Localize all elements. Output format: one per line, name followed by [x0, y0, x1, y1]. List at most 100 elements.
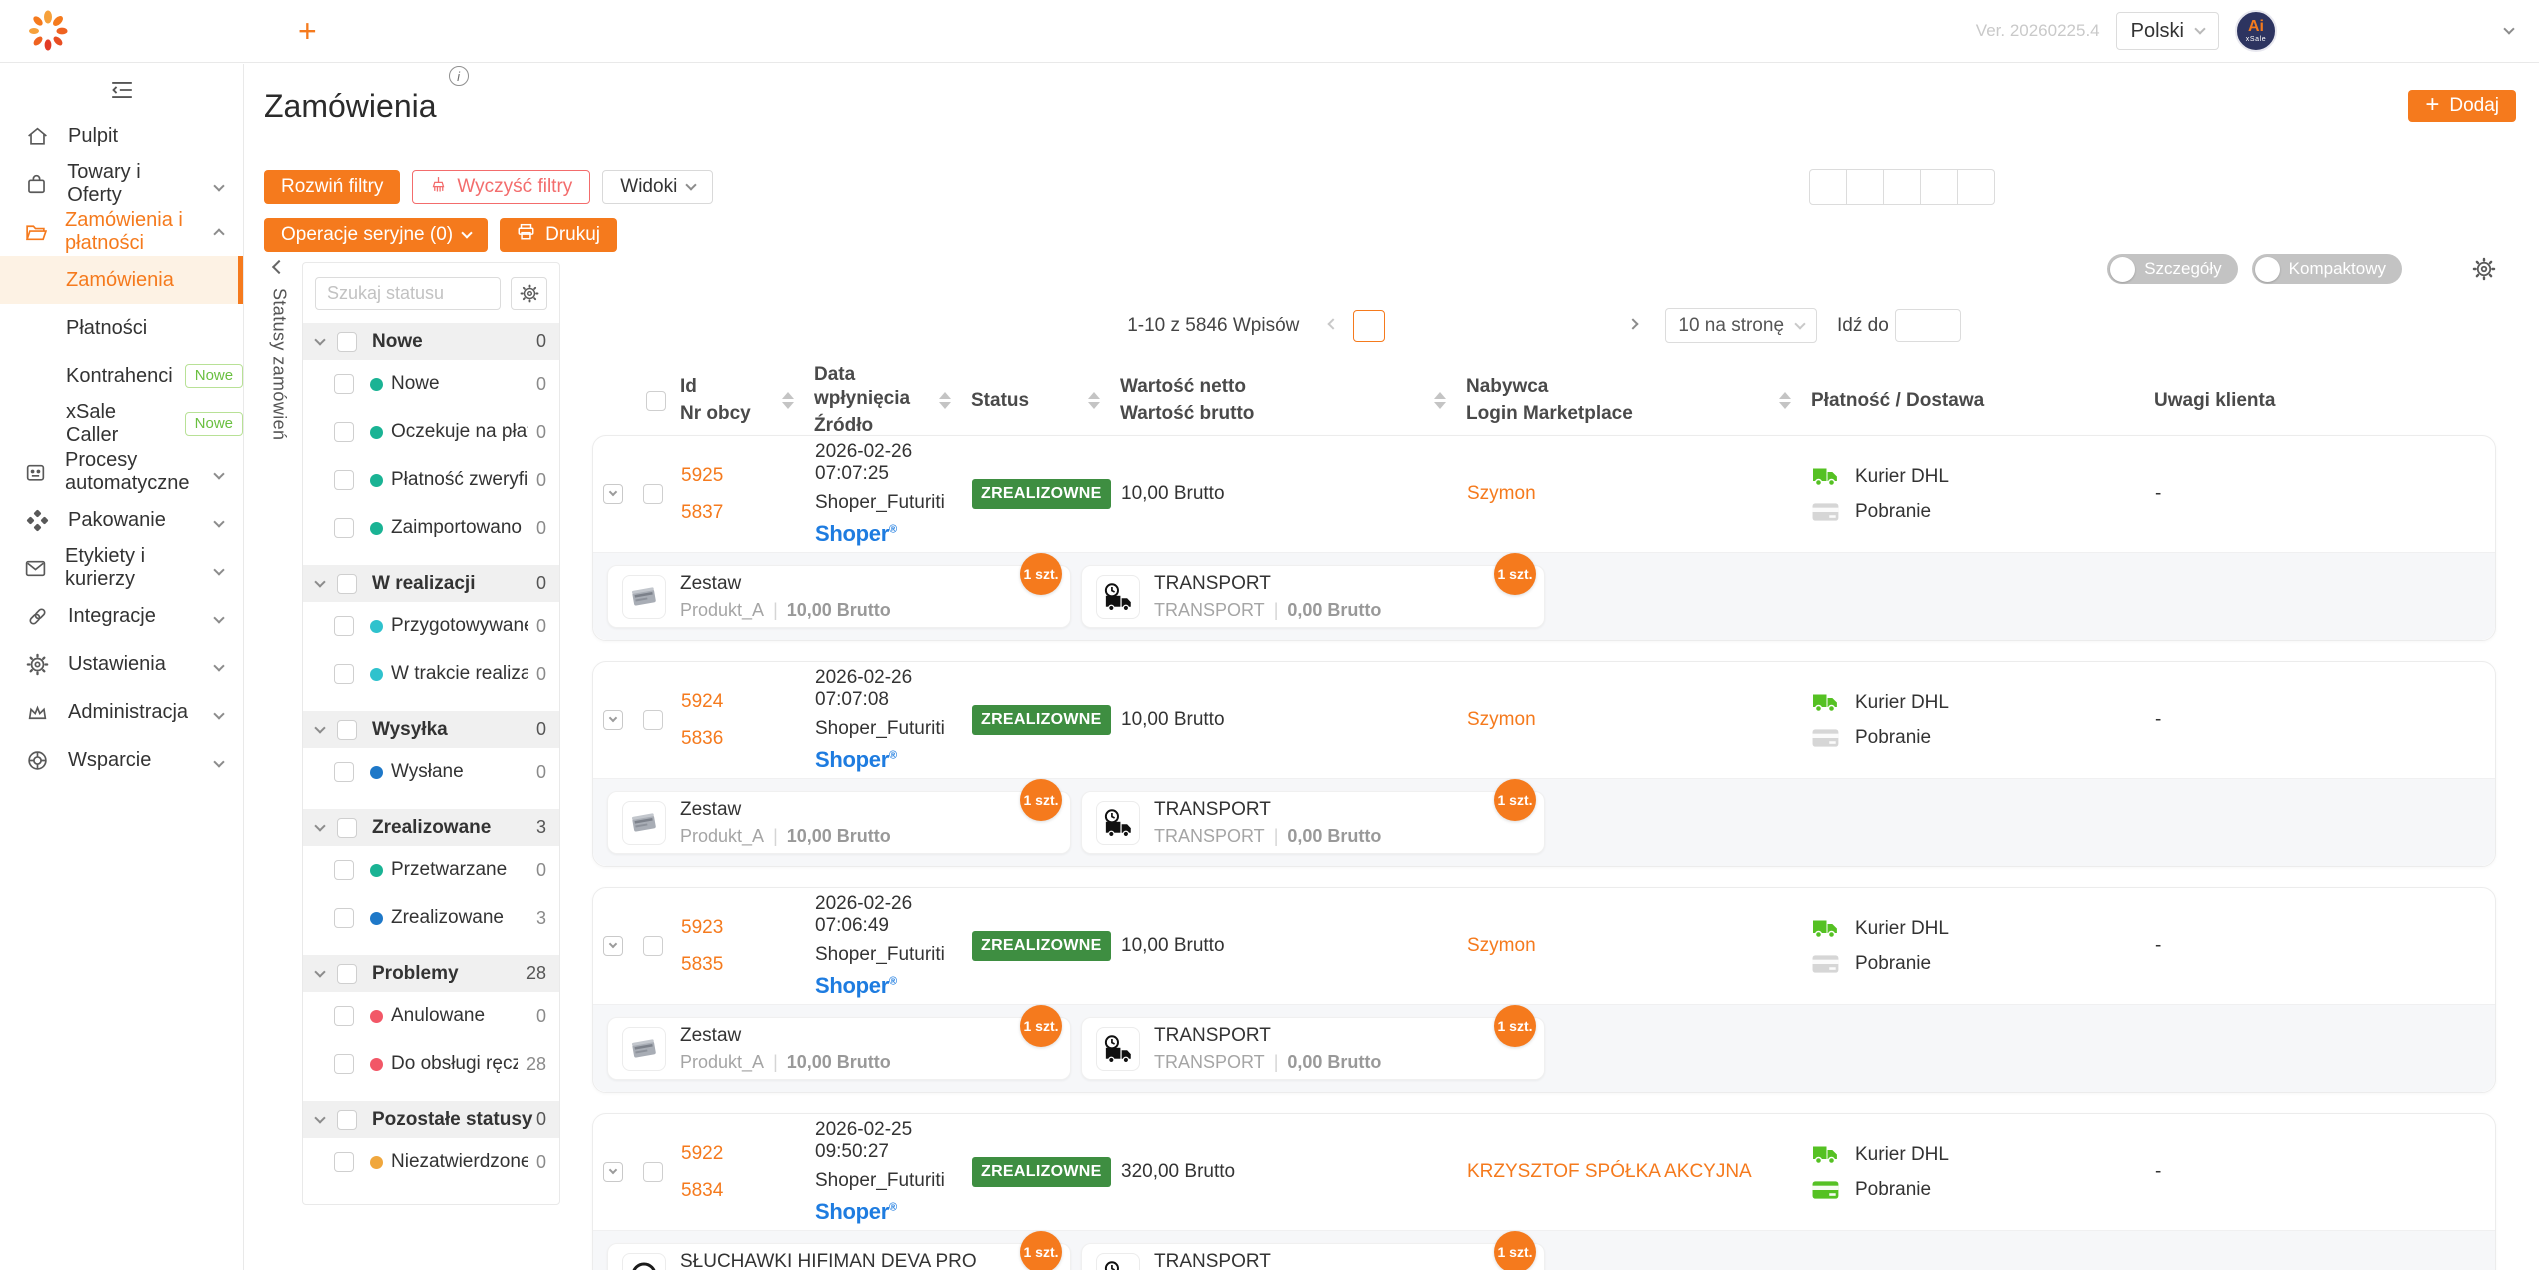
product-card[interactable]: Zestaw Produkt_A|10,00 Brutto 1 szt.: [607, 791, 1071, 854]
sidebar-item-ustawienia[interactable]: Ustawienia: [0, 640, 243, 688]
product-card[interactable]: Zestaw Produkt_A|10,00 Brutto 1 szt.: [607, 565, 1071, 628]
foreign-id-link[interactable]: 5837: [681, 502, 815, 524]
sort-icon[interactable]: [1779, 392, 1791, 409]
select-all-checkbox[interactable]: [646, 391, 666, 411]
status-item[interactable]: Oczekuje na płatność 0: [303, 408, 559, 456]
row-checkbox[interactable]: [643, 1162, 663, 1182]
status-checkbox[interactable]: [334, 762, 354, 782]
status-checkbox[interactable]: [334, 616, 354, 636]
page-number[interactable]: [1353, 310, 1385, 342]
status-tab[interactable]: [1920, 169, 1958, 205]
page-ellipsis[interactable]: [1543, 310, 1575, 342]
column-header[interactable]: IdNr obcy: [680, 375, 814, 426]
foreign-id-link[interactable]: 5835: [681, 954, 815, 976]
group-checkbox[interactable]: [337, 332, 357, 352]
buyer-link[interactable]: Szymon: [1467, 709, 1552, 731]
status-group-header[interactable]: Problemy 28: [303, 955, 559, 992]
topbar-collapse-icon[interactable]: [2503, 23, 2514, 34]
status-group-header[interactable]: Pozostałe statusy 0: [303, 1101, 559, 1138]
sidebar-item-pakowanie[interactable]: Pakowanie: [0, 496, 243, 544]
product-card[interactable]: SŁUCHAWKI HIFIMAN DEVA PRO | 1 szt.: [607, 1243, 1071, 1270]
order-row[interactable]: 5924 5836 2026-02-26 07:07:08 Shoper_Fut…: [593, 662, 2495, 778]
column-header[interactable]: Wartość nettoWartość brutto: [1120, 375, 1466, 426]
order-row[interactable]: 5925 5837 2026-02-26 07:07:25 Shoper_Fut…: [593, 436, 2495, 552]
status-item[interactable]: Do obsługi ręcznej 28: [303, 1040, 559, 1088]
status-checkbox[interactable]: [334, 422, 354, 442]
prev-page-button[interactable]: [1319, 324, 1347, 328]
status-item[interactable]: Przygotowywane do wy... 0: [303, 602, 559, 650]
status-checkbox[interactable]: [334, 908, 354, 928]
page-number[interactable]: [1391, 310, 1423, 342]
buyer-link[interactable]: Szymon: [1467, 935, 1552, 957]
page-number[interactable]: [1429, 310, 1461, 342]
row-checkbox[interactable]: [643, 936, 663, 956]
buyer-link[interactable]: Szymon: [1467, 483, 1552, 505]
expand-row-toggle[interactable]: [603, 1162, 623, 1182]
status-item[interactable]: Płatność zweryfikowana 0: [303, 456, 559, 504]
status-checkbox[interactable]: [334, 1152, 354, 1172]
status-item[interactable]: W trakcie realizacji 0: [303, 650, 559, 698]
order-row[interactable]: 5922 5834 2026-02-25 09:50:27 Shoper_Fut…: [593, 1114, 2495, 1230]
sidebar-subitem-xsale-caller[interactable]: xSale Caller Nowe: [0, 400, 243, 448]
status-checkbox[interactable]: [334, 374, 354, 394]
sidebar-item-towary-i-oferty[interactable]: Towary i Oferty: [0, 160, 243, 208]
buyer-link[interactable]: KRZYSZTOF SPÓŁKA AKCYJNA: [1467, 1161, 1768, 1183]
expand-row-toggle[interactable]: [603, 710, 623, 730]
clear-filters-button[interactable]: Wyczyść filtry: [412, 170, 590, 204]
group-checkbox[interactable]: [337, 818, 357, 838]
sort-icon[interactable]: [782, 392, 794, 409]
group-checkbox[interactable]: [337, 964, 357, 984]
status-group-header[interactable]: Nowe 0: [303, 323, 559, 360]
status-item[interactable]: Zaimportowano do ERP 0: [303, 504, 559, 552]
expand-row-toggle[interactable]: [603, 936, 623, 956]
expand-row-toggle[interactable]: [603, 484, 623, 504]
column-header[interactable]: Uwagi klienta: [2154, 389, 2496, 413]
status-group-header[interactable]: W realizacji 0: [303, 565, 559, 602]
column-header[interactable]: NabywcaLogin Marketplace: [1466, 375, 1811, 426]
column-header[interactable]: Status: [971, 389, 1120, 413]
status-tab[interactable]: [1883, 169, 1921, 205]
status-checkbox[interactable]: [334, 664, 354, 684]
expand-filters-button[interactable]: Rozwiń filtry: [264, 170, 400, 204]
status-group-header[interactable]: Wysyłka 0: [303, 711, 559, 748]
order-id-link[interactable]: 5925: [681, 465, 815, 487]
per-page-select[interactable]: 10 na stronę: [1665, 308, 1817, 343]
sidebar-subitem-zam-wienia[interactable]: Zamówienia: [0, 256, 243, 304]
status-group-header[interactable]: Zrealizowane 3: [303, 809, 559, 846]
goto-page-input[interactable]: [1895, 309, 1961, 342]
sidebar-item-zam-wienia-i-p-atno-ci[interactable]: Zamówienia i płatności: [0, 208, 243, 256]
foreign-id-link[interactable]: 5834: [681, 1180, 815, 1202]
status-search-input[interactable]: [315, 277, 501, 310]
sort-icon[interactable]: [1088, 392, 1100, 409]
status-item[interactable]: Anulowane 0: [303, 992, 559, 1040]
status-item[interactable]: Wysłane 0: [303, 748, 559, 796]
status-checkbox[interactable]: [334, 860, 354, 880]
table-settings-gear-icon[interactable]: [2472, 257, 2496, 281]
views-button[interactable]: Widoki: [602, 170, 713, 204]
info-icon[interactable]: i: [449, 66, 469, 86]
sort-icon[interactable]: [939, 392, 951, 409]
status-tab[interactable]: [1846, 169, 1884, 205]
collapse-panel-icon[interactable]: [272, 260, 286, 274]
group-checkbox[interactable]: [337, 574, 357, 594]
user-avatar[interactable]: Ai xSale: [2235, 10, 2277, 52]
column-header[interactable]: Data wpłynięciaŹródło: [814, 363, 971, 438]
bulk-operations-button[interactable]: Operacje seryjne (0): [264, 218, 488, 252]
language-select[interactable]: Polski: [2116, 12, 2219, 50]
status-checkbox[interactable]: [334, 470, 354, 490]
foreign-id-link[interactable]: 5836: [681, 728, 815, 750]
sidebar-subitem-kontrahenci[interactable]: Kontrahenci Nowe: [0, 352, 243, 400]
group-checkbox[interactable]: [337, 1110, 357, 1130]
status-checkbox[interactable]: [334, 1006, 354, 1026]
sidebar-item-procesy-automatyczne[interactable]: Procesy automatyczne: [0, 448, 243, 496]
product-card[interactable]: TRANSPORT TRANSPORT|0,00 Brutto 1 szt.: [1081, 791, 1545, 854]
status-settings-button[interactable]: [511, 277, 547, 310]
status-checkbox[interactable]: [334, 1054, 354, 1074]
menu-fold-icon[interactable]: [0, 70, 243, 112]
product-card[interactable]: Zestaw Produkt_A|10,00 Brutto 1 szt.: [607, 1017, 1071, 1080]
sidebar-item-wsparcie[interactable]: Wsparcie: [0, 736, 243, 784]
product-card[interactable]: TRANSPORT | 1 szt.: [1081, 1243, 1545, 1270]
row-checkbox[interactable]: [643, 710, 663, 730]
sidebar-subitem-p-atno-ci[interactable]: Płatności: [0, 304, 243, 352]
page-number[interactable]: [1581, 310, 1613, 342]
